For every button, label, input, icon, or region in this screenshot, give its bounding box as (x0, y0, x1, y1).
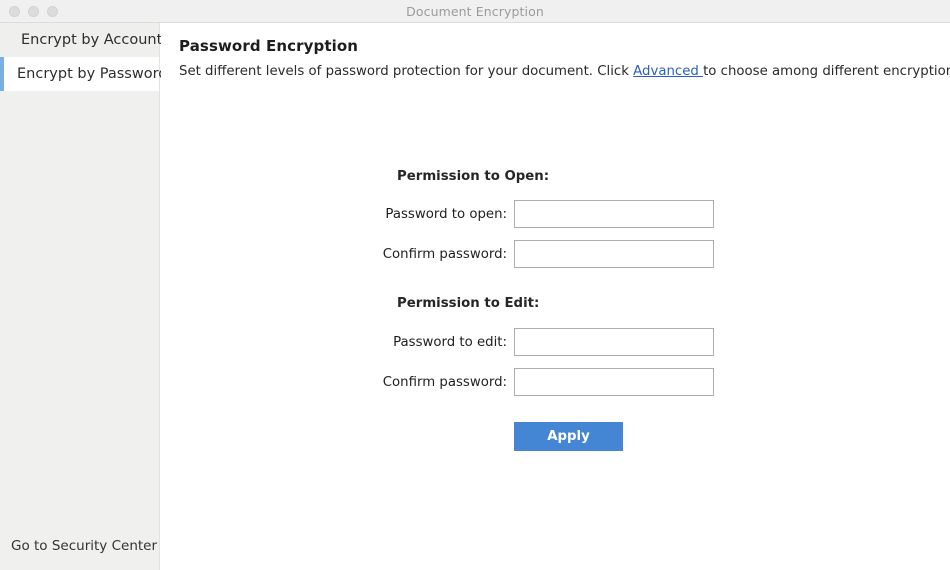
document-encryption-window: Document Encryption Encrypt by Account E… (0, 0, 950, 570)
description-text-before: Set different levels of password protect… (179, 64, 634, 79)
label-confirm-password-open: Confirm password: (382, 247, 507, 262)
sidebar-item-encrypt-by-password[interactable]: Encrypt by Password (0, 57, 168, 91)
security-center-label: Go to Security Center (11, 538, 158, 554)
sidebar-item-label: Encrypt by Password (17, 66, 168, 82)
label-confirm-password-edit: Confirm password: (382, 375, 507, 390)
label-password-to-open: Password to open: (385, 207, 507, 222)
sidebar-item-encrypt-by-account[interactable]: Encrypt by Account (0, 23, 163, 57)
page-title: Password Encryption (179, 37, 359, 55)
password-to-open-input[interactable] (514, 200, 714, 228)
section-heading-permission-to-edit: Permission to Edit: (397, 296, 540, 311)
page-description: Set different levels of password protect… (179, 64, 950, 79)
sidebar-item-label: Encrypt by Account (21, 32, 163, 48)
confirm-password-open-input[interactable] (514, 240, 714, 268)
confirm-password-edit-input[interactable] (514, 368, 714, 396)
window-title: Document Encryption (406, 4, 544, 19)
sidebar: Encrypt by Account Encrypt by Password G… (0, 23, 169, 570)
go-to-security-center-link[interactable]: Go to Security Center › (11, 538, 169, 554)
section-heading-permission-to-open: Permission to Open: (397, 169, 550, 184)
apply-button[interactable]: Apply (514, 422, 623, 451)
label-password-to-edit: Password to edit: (393, 335, 507, 350)
main-content: Password Encryption Set different levels… (161, 23, 950, 570)
sidebar-nav-list: Encrypt by Account Encrypt by Password (0, 23, 168, 91)
description-text-after: to choose among different encryption typ… (703, 64, 950, 79)
advanced-link[interactable]: Advanced (633, 64, 703, 79)
password-to-edit-input[interactable] (514, 328, 714, 356)
window-titlebar: Document Encryption (0, 0, 950, 23)
